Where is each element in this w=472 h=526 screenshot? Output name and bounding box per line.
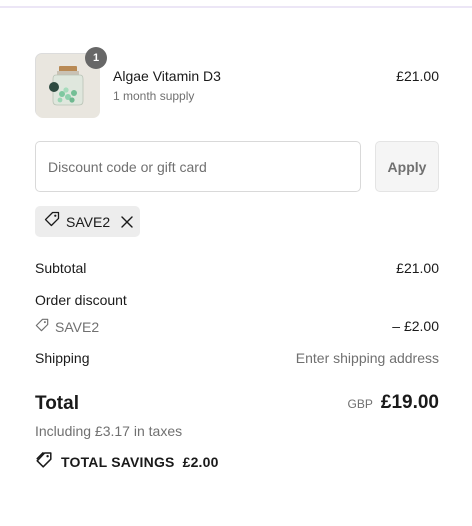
- discount-code-label: SAVE2: [55, 318, 100, 335]
- shipping-row: Shipping Enter shipping address: [35, 350, 439, 366]
- currency-code: GBP: [347, 397, 373, 411]
- product-variant: 1 month supply: [113, 89, 195, 103]
- taxes-note: Including £3.17 in taxes: [35, 423, 183, 439]
- total-value-group: GBP £19.00: [348, 392, 439, 414]
- order-discount-row: Order discount: [35, 292, 439, 308]
- product-price: £21.00: [396, 68, 439, 84]
- product-name: Algae Vitamin D3: [113, 68, 221, 84]
- apply-button[interactable]: Apply: [375, 141, 439, 192]
- total-amount: £19.00: [380, 392, 439, 413]
- close-icon[interactable]: [120, 215, 134, 229]
- order-discount-label: Order discount: [35, 292, 127, 308]
- total-savings-label: TOTAL SAVINGS: [61, 453, 175, 470]
- shipping-value: Enter shipping address: [295, 350, 439, 366]
- applied-discount-chip: SAVE2: [35, 206, 140, 237]
- applied-code-label: SAVE2: [66, 213, 111, 230]
- order-summary: 1 Algae Vitamin D3 1 month supply £21.00…: [0, 0, 472, 526]
- tag-icon: [44, 211, 60, 232]
- quantity-badge: 1: [85, 47, 107, 69]
- discount-code-row: SAVE2 – £2.00: [35, 318, 439, 335]
- total-savings-value: £2.00: [182, 453, 219, 470]
- subtotal-value: £21.00: [396, 260, 439, 276]
- line-item: 1 Algae Vitamin D3 1 month supply £21.00: [35, 47, 439, 118]
- subtotal-label: Subtotal: [35, 260, 87, 276]
- product-thumbnail: 1: [35, 47, 107, 118]
- top-divider: [0, 0, 472, 8]
- discount-amount: – £2.00: [392, 318, 439, 334]
- tag-icon: [35, 318, 49, 335]
- total-label: Total: [35, 393, 79, 414]
- shipping-label: Shipping: [35, 350, 90, 366]
- discount-code-input[interactable]: [35, 141, 361, 192]
- total-savings: TOTAL SAVINGS £2.00: [35, 451, 219, 472]
- subtotal-row: Subtotal £21.00: [35, 260, 439, 276]
- tags-icon: [35, 451, 53, 472]
